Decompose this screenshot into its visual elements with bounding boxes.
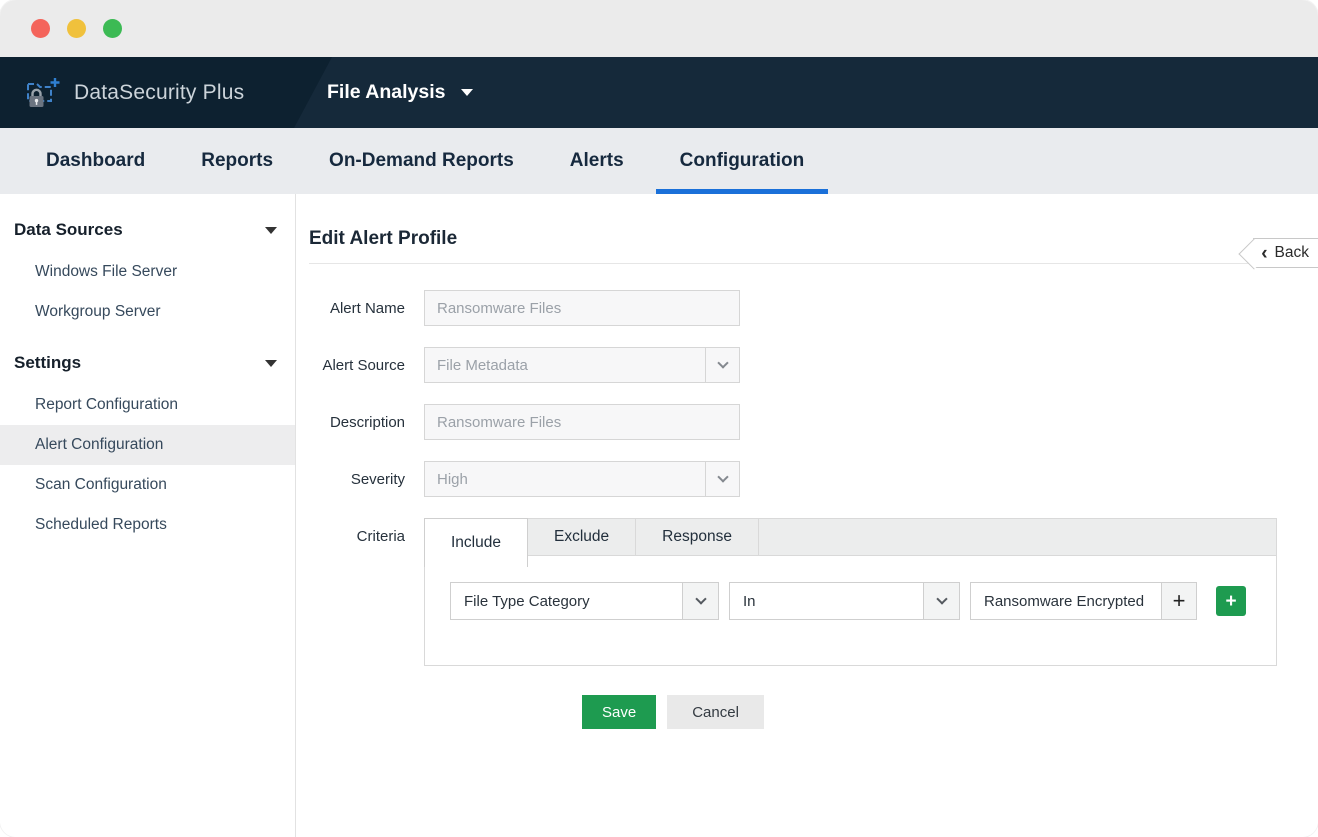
- sidebar-section-title: Settings: [14, 353, 82, 372]
- sidebar-item-alert-configuration[interactable]: Alert Configuration: [0, 425, 295, 465]
- module-name: File Analysis: [327, 81, 446, 103]
- alert-source-dropdown[interactable]: File Metadata: [424, 347, 740, 383]
- criteria-value-box: Ransomware Encrypted +: [970, 582, 1197, 620]
- caret-down-icon: [460, 89, 473, 96]
- sidebar-item-report-configuration[interactable]: Report Configuration: [0, 385, 295, 425]
- alert-name-field-wrap: [424, 290, 740, 326]
- dropdown-chevron-box: [705, 348, 739, 382]
- tab-on-demand-reports[interactable]: On-Demand Reports: [305, 128, 538, 194]
- chevron-down-icon: [716, 471, 729, 483]
- caret-down-icon: [265, 359, 277, 367]
- minimize-window-button[interactable]: [67, 19, 86, 38]
- alert-source-value: File Metadata: [437, 356, 528, 374]
- criteria-box: Include Exclude Response File Type Categ…: [424, 518, 1277, 666]
- window-titlebar: [0, 0, 1318, 57]
- tab-reports[interactable]: Reports: [177, 128, 297, 194]
- dropdown-chevron-box: [705, 462, 739, 496]
- tab-dashboard[interactable]: Dashboard: [22, 128, 169, 194]
- criteria-panel: File Type Category In Ransomware Encrypt…: [424, 556, 1277, 666]
- title-divider: [309, 263, 1318, 264]
- app-header: DataSecurity Plus File Analysis: [0, 57, 1318, 128]
- module-switcher[interactable]: File Analysis: [327, 81, 473, 104]
- main-panel: Edit Alert Profile ‹ Back Alert Name Ale…: [296, 194, 1318, 837]
- form-row-description: Description: [309, 404, 1318, 440]
- zoom-window-button[interactable]: [103, 19, 122, 38]
- add-condition-button[interactable]: +: [1216, 586, 1246, 616]
- criteria-tab-response[interactable]: Response: [636, 519, 759, 555]
- severity-label: Severity: [350, 470, 405, 488]
- top-navigation: Dashboard Reports On-Demand Reports Aler…: [0, 128, 1318, 194]
- sidebar-item-scheduled-reports[interactable]: Scheduled Reports: [0, 505, 295, 545]
- criteria-tab-include[interactable]: Include: [424, 518, 528, 567]
- criteria-tab-exclude[interactable]: Exclude: [527, 519, 637, 555]
- alert-source-label: Alert Source: [322, 356, 405, 374]
- form-row-severity: Severity High: [309, 461, 1318, 497]
- sidebar-item-windows-file-server[interactable]: Windows File Server: [0, 252, 295, 292]
- sidebar-section-title: Data Sources: [14, 220, 123, 239]
- edit-alert-form: Alert Name Alert Source File Metadata: [309, 290, 1318, 729]
- criteria-field-dropdown[interactable]: File Type Category: [450, 582, 719, 620]
- tab-configuration[interactable]: Configuration: [655, 128, 829, 194]
- severity-value: High: [437, 470, 468, 488]
- close-window-button[interactable]: [31, 19, 50, 38]
- criteria-value: Ransomware Encrypted: [971, 583, 1161, 619]
- sidebar-item-workgroup-server[interactable]: Workgroup Server: [0, 292, 295, 332]
- chevron-down-icon: [694, 593, 707, 605]
- back-button-label: Back: [1274, 244, 1309, 261]
- form-row-alert-source: Alert Source File Metadata: [309, 347, 1318, 383]
- dropdown-chevron-box: [923, 583, 959, 619]
- tab-alerts[interactable]: Alerts: [546, 128, 648, 194]
- sidebar-item-scan-configuration[interactable]: Scan Configuration: [0, 465, 295, 505]
- criteria-label: Criteria: [356, 528, 405, 545]
- sidebar: Data Sources Windows File Server Workgro…: [0, 194, 296, 837]
- alert-name-label: Alert Name: [329, 299, 405, 317]
- criteria-tabstrip: Include Exclude Response: [424, 518, 1277, 567]
- criteria-operator-value: In: [743, 592, 756, 610]
- severity-dropdown[interactable]: High: [424, 461, 740, 497]
- cancel-button[interactable]: Cancel: [667, 695, 764, 729]
- save-button[interactable]: Save: [582, 695, 657, 729]
- sidebar-section-settings[interactable]: Settings: [0, 341, 295, 385]
- chevron-down-icon: [716, 357, 729, 369]
- criteria-field-value: File Type Category: [464, 592, 590, 610]
- page-title: Edit Alert Profile: [309, 228, 458, 249]
- datasecurity-logo-icon: [27, 77, 60, 107]
- alert-name-input[interactable]: [425, 291, 739, 325]
- chevron-down-icon: [935, 593, 948, 605]
- criteria-operator-dropdown[interactable]: In: [729, 582, 960, 620]
- form-row-criteria: Criteria Include Exclude Response File T…: [309, 518, 1318, 666]
- app-window: DataSecurity Plus File Analysis Dashboar…: [0, 0, 1318, 837]
- back-button[interactable]: ‹ Back: [1253, 238, 1318, 268]
- description-field-wrap: [424, 404, 740, 440]
- form-row-alert-name: Alert Name: [309, 290, 1318, 326]
- description-label: Description: [329, 413, 405, 431]
- content-area: Data Sources Windows File Server Workgro…: [0, 194, 1318, 837]
- chevron-left-icon: ‹: [1261, 242, 1268, 264]
- add-value-button[interactable]: +: [1161, 583, 1196, 619]
- form-actions: Save Cancel: [582, 695, 1318, 729]
- description-input[interactable]: [425, 405, 739, 439]
- caret-down-icon: [265, 226, 277, 234]
- product-name: DataSecurity Plus: [74, 80, 245, 104]
- dropdown-chevron-box: [682, 583, 718, 619]
- product-logo[interactable]: DataSecurity Plus: [0, 57, 332, 128]
- sidebar-section-data-sources[interactable]: Data Sources: [0, 208, 295, 252]
